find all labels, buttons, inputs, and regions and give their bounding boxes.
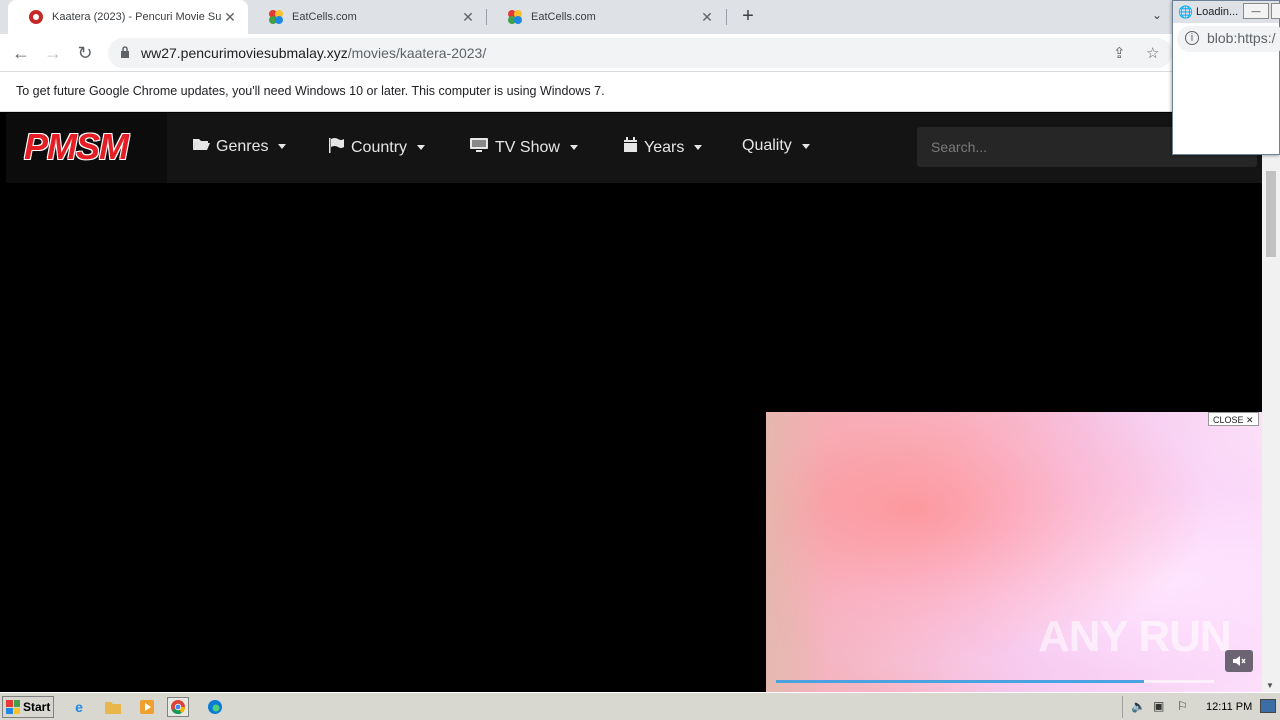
close-tab-icon[interactable]: ✕ xyxy=(460,9,476,26)
nav-quality[interactable]: Quality xyxy=(742,137,810,155)
nav-country[interactable]: Country xyxy=(328,137,426,158)
screen: Kaatera (2023) - Pencuri Movie Subt ✕ Ea… xyxy=(0,0,1280,720)
close-tab-icon[interactable]: ✕ xyxy=(222,9,238,26)
tab-strip: Kaatera (2023) - Pencuri Movie Subt ✕ Ea… xyxy=(0,0,1280,34)
url-path: /movies/kaatera-2023/ xyxy=(347,45,487,61)
forward-arrow-icon[interactable]: → xyxy=(40,40,66,66)
reload-icon[interactable]: ↻ xyxy=(72,40,98,66)
back-arrow-icon[interactable]: ← xyxy=(8,40,34,66)
tab-kaatera[interactable]: Kaatera (2023) - Pencuri Movie Subt ✕ xyxy=(8,0,248,34)
nav-years-label: Years xyxy=(644,138,685,156)
windows-logo-icon xyxy=(6,700,20,714)
pmsm-favicon-icon xyxy=(29,10,43,24)
taskbar-clock[interactable]: 12:11 PM xyxy=(1206,701,1252,713)
start-label: Start xyxy=(23,700,51,714)
tab-eatcells-1[interactable]: EatCells.com ✕ xyxy=(248,0,486,34)
show-desktop-button[interactable] xyxy=(1260,699,1276,713)
action-center-flag-icon[interactable]: ⚐ xyxy=(1177,699,1188,713)
anyrun-watermark: ANY RUN xyxy=(1038,612,1232,661)
eatcells-favicon-icon xyxy=(508,10,522,24)
update-infobar: To get future Google Chrome updates, you… xyxy=(0,72,1280,112)
page-scrollbar[interactable]: ▼ xyxy=(1262,113,1280,692)
edge-icon[interactable] xyxy=(204,697,226,717)
nav-years[interactable]: Years xyxy=(623,137,703,158)
site-header: PMSM Genres Country TV Show Years Qualit… xyxy=(6,113,1262,183)
share-icon[interactable]: ⇪ xyxy=(1113,44,1126,62)
network-icon[interactable]: ▣ xyxy=(1153,699,1164,713)
monitor-icon xyxy=(469,137,489,158)
url-host: ww27.pencurimoviesubmalay.xyz xyxy=(141,45,348,61)
close-ad-button[interactable]: CLOSE ✕ xyxy=(1208,412,1259,426)
media-player-icon[interactable] xyxy=(136,697,158,717)
tab-title: EatCells.com xyxy=(292,11,357,23)
info-icon[interactable]: i xyxy=(1185,31,1199,45)
close-tab-icon[interactable]: ✕ xyxy=(699,9,715,26)
address-bar[interactable]: ww27.pencurimoviesubmalay.xyz/movies/kaa… xyxy=(108,38,1172,68)
scrollbar-thumb[interactable] xyxy=(1266,171,1276,257)
mute-speaker-icon[interactable] xyxy=(1225,650,1253,672)
caret-down-icon xyxy=(694,145,703,150)
scroll-down-arrow-icon[interactable]: ▼ xyxy=(1266,681,1274,690)
video-frame-shade xyxy=(766,412,826,692)
tab-divider xyxy=(726,9,727,25)
video-progress-bar[interactable] xyxy=(776,680,1214,683)
tab-search-chevron-down-icon[interactable]: ⌄ xyxy=(1152,8,1162,22)
popup-window[interactable]: 🌐 Loadin... — i blob:https:/ xyxy=(1172,0,1280,155)
folder-open-icon xyxy=(192,137,210,156)
tab-eatcells-2[interactable]: EatCells.com ✕ xyxy=(487,0,725,34)
file-explorer-folder-icon[interactable] xyxy=(102,697,124,717)
nav-genres-label: Genres xyxy=(216,137,269,155)
caret-down-icon xyxy=(569,145,578,150)
caret-down-icon xyxy=(278,144,287,149)
popup-url-text: blob:https:/ xyxy=(1207,30,1276,46)
eatcells-favicon-icon xyxy=(269,10,283,24)
internet-explorer-icon[interactable]: e xyxy=(68,697,90,717)
start-button[interactable]: Start xyxy=(2,696,54,718)
maximize-button[interactable] xyxy=(1271,3,1280,19)
url-text: ww27.pencurimoviesubmalay.xyz/movies/kaa… xyxy=(141,45,486,61)
flag-icon xyxy=(328,137,345,158)
infobar-message: To get future Google Chrome updates, you… xyxy=(16,84,605,98)
volume-icon[interactable]: 🔈 xyxy=(1131,699,1146,713)
lock-icon xyxy=(121,46,129,58)
caret-down-icon xyxy=(801,143,810,149)
globe-icon: 🌐 xyxy=(1178,5,1193,19)
logo-container[interactable]: PMSM xyxy=(6,113,167,183)
nav-quality-label: Quality xyxy=(742,137,792,154)
site-logo[interactable]: PMSM xyxy=(24,126,129,168)
tab-title: EatCells.com xyxy=(531,11,596,23)
chrome-icon[interactable] xyxy=(167,697,189,717)
popup-title: Loadin... xyxy=(1196,6,1239,18)
bookmark-star-icon[interactable]: ☆ xyxy=(1146,44,1159,62)
popup-titlebar[interactable]: 🌐 Loadin... — xyxy=(1173,1,1280,23)
caret-down-icon xyxy=(417,145,426,150)
browser-toolbar: ← → ↻ ww27.pencurimoviesubmalay.xyz/movi… xyxy=(0,34,1280,72)
tab-title: Kaatera (2023) - Pencuri Movie Subt xyxy=(52,11,222,23)
windows-taskbar: Start e 🔈 ▣ ⚐ 12:11 PM xyxy=(0,692,1280,720)
nav-tv-show-label: TV Show xyxy=(495,138,560,156)
video-progress-fill xyxy=(776,680,1144,683)
nav-tv-show[interactable]: TV Show xyxy=(469,137,578,158)
nav-genres[interactable]: Genres xyxy=(192,137,287,156)
popup-address-bar[interactable]: i blob:https:/ xyxy=(1177,26,1280,52)
minimize-button[interactable]: — xyxy=(1243,3,1269,19)
nav-country-label: Country xyxy=(351,138,408,156)
new-tab-plus-icon[interactable]: + xyxy=(736,4,760,28)
calendar-icon xyxy=(623,137,638,158)
